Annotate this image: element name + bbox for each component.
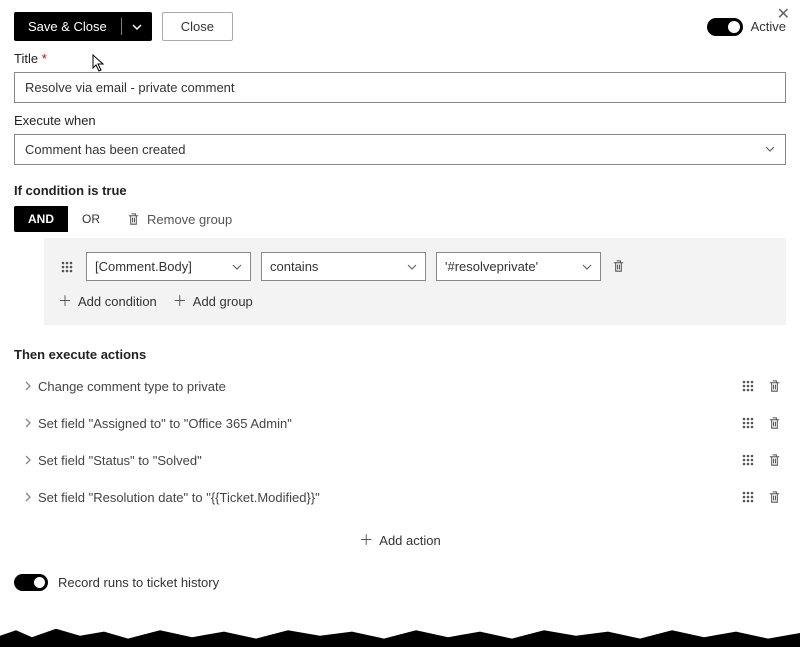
expand-action[interactable] xyxy=(18,416,38,431)
action-text: Change comment type to private xyxy=(38,379,739,394)
add-action-label: Add action xyxy=(379,533,440,548)
trash-icon xyxy=(611,259,626,274)
grip-icon xyxy=(741,490,755,504)
title-label: Title * xyxy=(14,51,786,66)
delete-action-button[interactable] xyxy=(767,453,782,468)
active-toggle[interactable] xyxy=(707,18,743,36)
chevron-right-icon xyxy=(23,418,33,428)
add-group-label: Add group xyxy=(193,294,253,309)
action-tools xyxy=(739,451,782,469)
delete-action-button[interactable] xyxy=(767,416,782,431)
actions-header: Then execute actions xyxy=(14,347,786,362)
condition-field-value: [Comment.Body] xyxy=(95,259,192,274)
plus-icon: ＋ xyxy=(359,530,373,550)
action-tools xyxy=(739,488,782,506)
action-row: Set field "Assigned to" to "Office 365 A… xyxy=(14,405,786,442)
condition-body: [Comment.Body] contains '#resolveprivate… xyxy=(44,238,786,325)
record-runs-toggle[interactable] xyxy=(14,574,48,591)
chevron-down-icon xyxy=(582,262,592,272)
drag-handle[interactable] xyxy=(739,414,757,432)
tab-or[interactable]: OR xyxy=(68,206,114,232)
toolbar: Save & Close Close Active xyxy=(14,12,786,41)
chevron-down-icon xyxy=(765,142,775,157)
trash-icon xyxy=(767,379,782,394)
expand-action[interactable] xyxy=(18,379,38,394)
toggle-knob xyxy=(728,21,740,33)
expand-action[interactable] xyxy=(18,453,38,468)
delete-action-button[interactable] xyxy=(767,379,782,394)
toggle-knob xyxy=(34,577,45,588)
grip-icon xyxy=(60,260,74,274)
add-condition-button[interactable]: ＋ Add condition xyxy=(58,291,157,311)
trash-icon xyxy=(767,490,782,505)
trash-icon xyxy=(126,212,141,227)
delete-action-button[interactable] xyxy=(767,490,782,505)
action-tools xyxy=(739,377,782,395)
close-button[interactable]: Close xyxy=(162,12,233,41)
save-close-dropdown[interactable] xyxy=(122,12,152,41)
active-toggle-group: Active xyxy=(707,18,786,36)
torn-edge-decoration xyxy=(0,619,800,647)
grip-icon xyxy=(741,453,755,467)
chevron-down-icon xyxy=(407,262,417,272)
save-close-split-button: Save & Close xyxy=(14,12,152,41)
save-close-button[interactable]: Save & Close xyxy=(14,12,121,41)
condition-value-select[interactable]: '#resolveprivate' xyxy=(436,252,601,281)
title-input[interactable] xyxy=(14,72,786,103)
action-row: Set field "Status" to "Solved" xyxy=(14,442,786,479)
condition-operator-value: contains xyxy=(270,259,318,274)
drag-handle[interactable] xyxy=(739,377,757,395)
trash-icon xyxy=(767,416,782,431)
condition-header: If condition is true xyxy=(14,183,786,198)
drag-handle[interactable] xyxy=(739,451,757,469)
execute-when-label: Execute when xyxy=(14,113,786,128)
grip-icon xyxy=(741,416,755,430)
condition-value-text: '#resolveprivate' xyxy=(445,259,538,274)
add-condition-label: Add condition xyxy=(78,294,157,309)
footer-row: Record runs to ticket history xyxy=(14,574,786,591)
execute-when-value: Comment has been created xyxy=(25,142,185,157)
drag-handle[interactable] xyxy=(739,488,757,506)
expand-action[interactable] xyxy=(18,490,38,505)
grip-icon xyxy=(741,379,755,393)
add-action-row: ＋ Add action xyxy=(14,516,786,564)
chevron-right-icon xyxy=(23,492,33,502)
chevron-down-icon xyxy=(232,262,242,272)
chevron-right-icon xyxy=(23,381,33,391)
condition-tab-row: AND OR Remove group xyxy=(14,206,786,232)
condition-field-select[interactable]: [Comment.Body] xyxy=(86,252,251,281)
chevron-right-icon xyxy=(23,455,33,465)
record-runs-label: Record runs to ticket history xyxy=(58,575,219,590)
condition-operator-select[interactable]: contains xyxy=(261,252,426,281)
execute-when-select[interactable]: Comment has been created xyxy=(14,134,786,165)
action-row: Set field "Resolution date" to "{{Ticket… xyxy=(14,479,786,516)
add-action-button[interactable]: ＋ Add action xyxy=(359,530,440,550)
remove-group-label: Remove group xyxy=(147,212,232,227)
action-text: Set field "Assigned to" to "Office 365 A… xyxy=(38,416,739,431)
plus-icon: ＋ xyxy=(173,291,187,311)
add-group-button[interactable]: ＋ Add group xyxy=(173,291,253,311)
condition-row: [Comment.Body] contains '#resolveprivate… xyxy=(58,252,772,281)
action-row: Change comment type to private xyxy=(14,368,786,405)
required-asterisk: * xyxy=(42,51,47,66)
close-icon[interactable]: ✕ xyxy=(777,4,790,24)
trash-icon xyxy=(767,453,782,468)
action-text: Set field "Status" to "Solved" xyxy=(38,453,739,468)
remove-group-button[interactable]: Remove group xyxy=(126,212,232,227)
delete-condition-button[interactable] xyxy=(611,259,626,274)
tab-and[interactable]: AND xyxy=(14,206,68,232)
action-tools xyxy=(739,414,782,432)
action-text: Set field "Resolution date" to "{{Ticket… xyxy=(38,490,739,505)
drag-handle[interactable] xyxy=(58,258,76,276)
condition-add-row: ＋ Add condition ＋ Add group xyxy=(58,291,772,311)
plus-icon: ＋ xyxy=(58,291,72,311)
chevron-down-icon xyxy=(132,22,142,32)
